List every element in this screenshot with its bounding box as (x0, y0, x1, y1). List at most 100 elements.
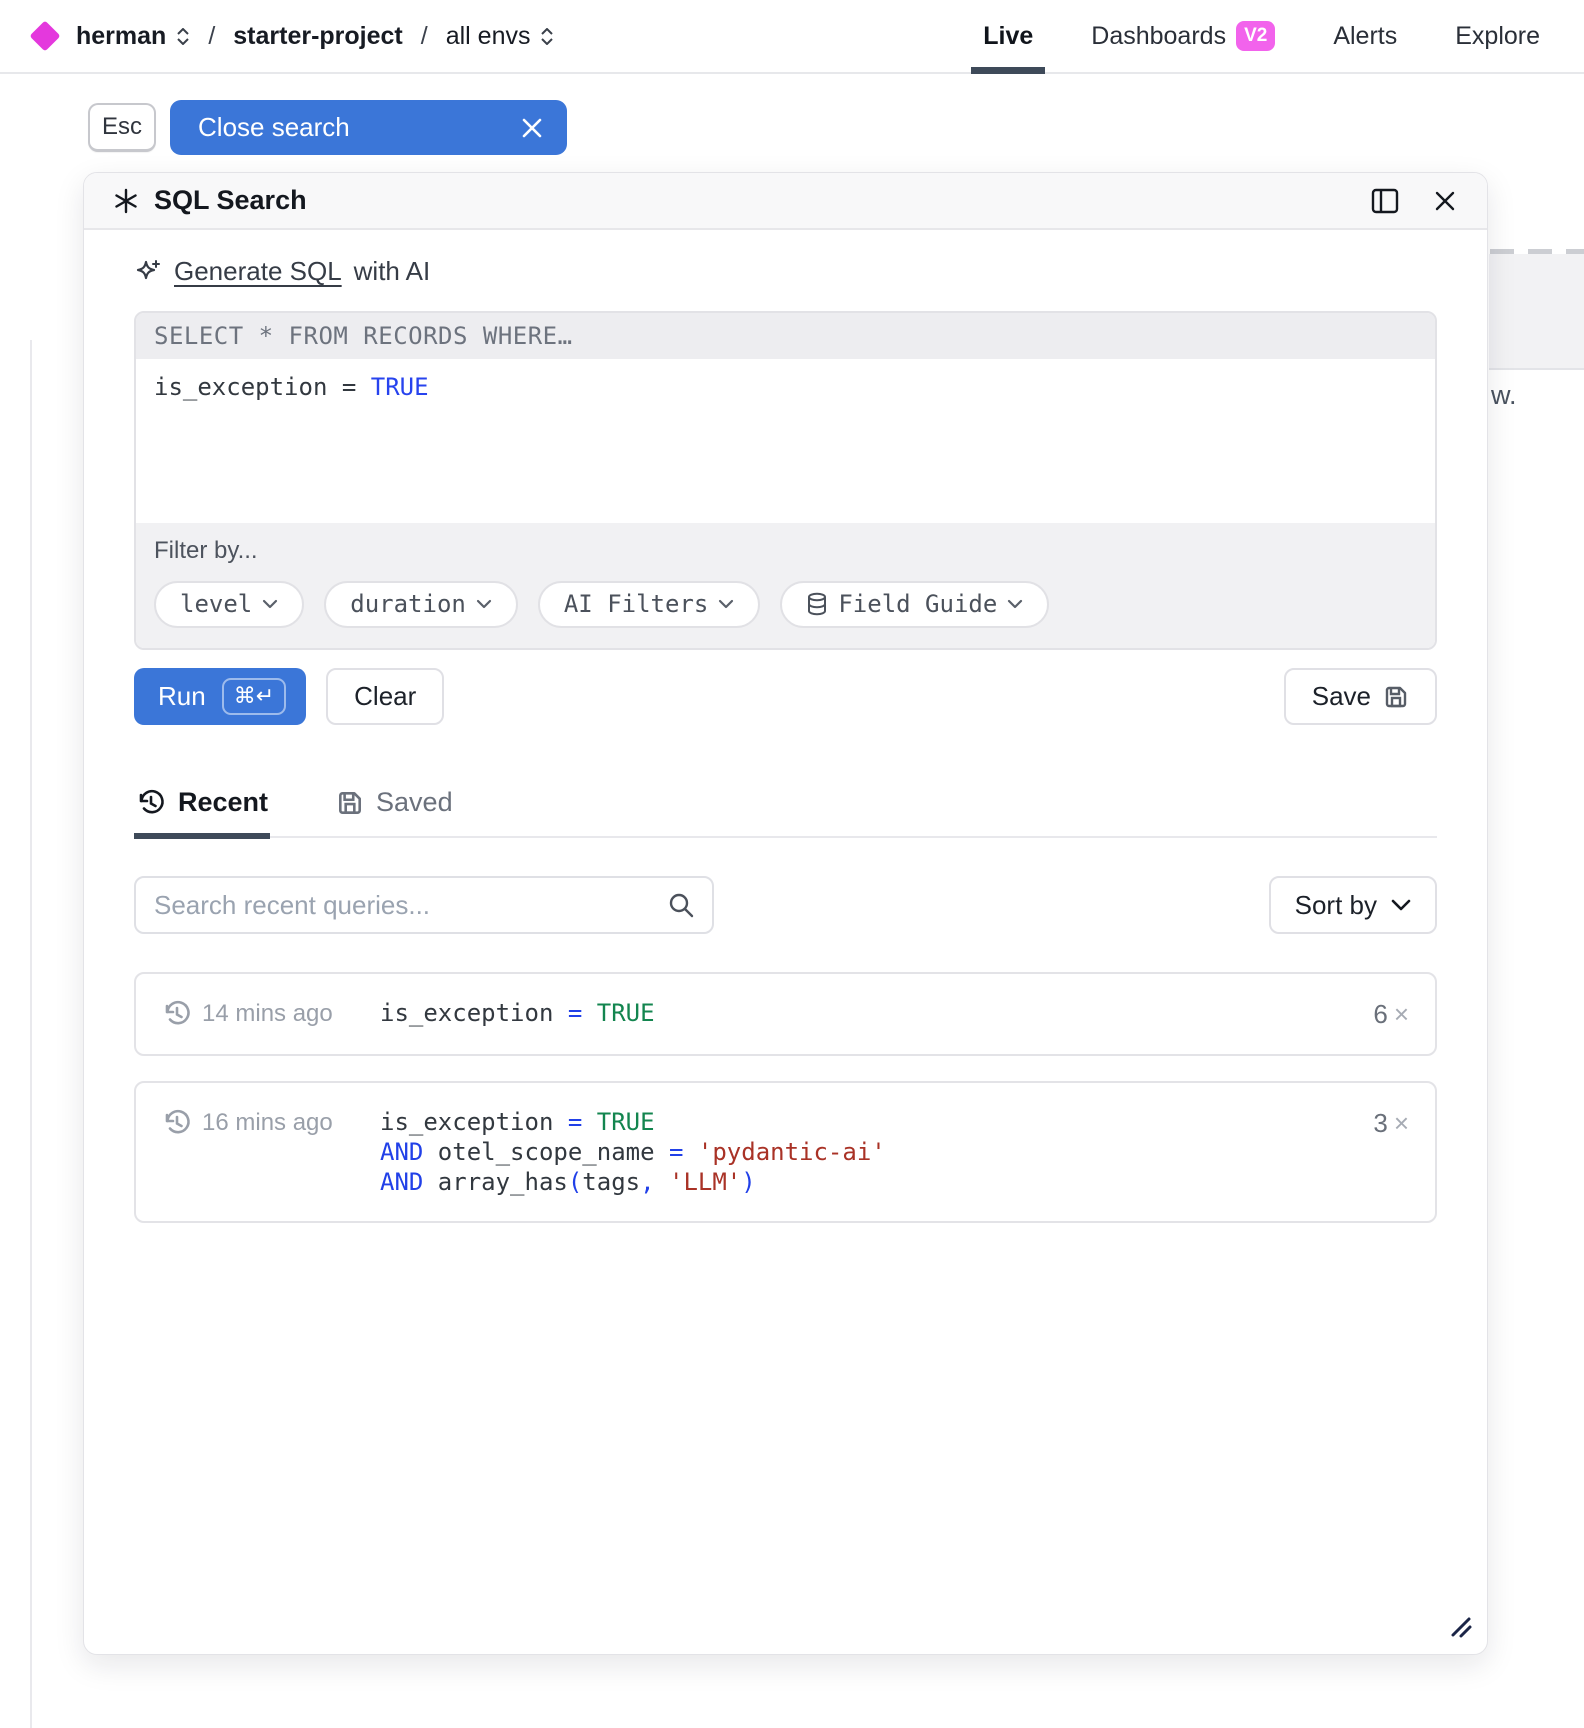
query-sql-line: is_exception = TRUE (380, 1107, 1373, 1137)
query-timestamp: 16 mins ago (202, 1109, 333, 1137)
search-icon (666, 890, 696, 925)
breadcrumb-separator: / (204, 22, 219, 51)
generate-sql-link[interactable]: Generate SQL (174, 256, 342, 287)
filter-chip-row: level duration AI Filters Field Guide (154, 581, 1417, 628)
nav-item-dashboards[interactable]: Dashboards V2 (1091, 0, 1275, 72)
filter-chip-duration[interactable]: duration (324, 581, 518, 628)
run-button[interactable]: Run ⌘↵ (134, 668, 306, 725)
recent-query-row[interactable]: 16 mins ago is_exception = TRUEAND otel_s… (134, 1081, 1437, 1223)
sql-editor-placeholder: SELECT * FROM RECORDS WHERE… (136, 313, 1435, 359)
filter-chip-ai-filters[interactable]: AI Filters (538, 581, 761, 628)
history-icon (162, 1108, 192, 1138)
logfire-logo-icon[interactable] (29, 20, 60, 51)
query-run-count-number: 6 (1373, 999, 1387, 1029)
esc-key-hint: Esc (88, 103, 156, 152)
filter-section: Filter by... leveldurationAI FiltersFiel… (136, 523, 1435, 648)
nav-item-label: Dashboards (1091, 22, 1226, 51)
sparkle-icon (134, 258, 162, 286)
org-selector[interactable]: herman (76, 22, 190, 51)
sql-token: = (669, 1138, 698, 1166)
sql-token: AND (380, 1168, 438, 1196)
query-run-count: 6× (1373, 998, 1409, 1030)
floppy-icon (1383, 684, 1409, 710)
sort-by-label: Sort by (1295, 890, 1377, 921)
nav-item-label: Live (983, 22, 1033, 51)
save-label: Save (1312, 681, 1371, 712)
close-x-icon (521, 117, 543, 139)
save-button[interactable]: Save (1284, 668, 1437, 725)
sql-token: = (342, 373, 371, 401)
sql-token: 'LLM' (669, 1168, 741, 1196)
tab-saved[interactable]: Saved (334, 787, 455, 836)
recent-search-row: Sort by (134, 876, 1437, 934)
clear-button[interactable]: Clear (326, 668, 444, 725)
floppy-icon (336, 789, 364, 817)
database-icon (806, 592, 828, 616)
nav-item-alerts[interactable]: Alerts (1333, 0, 1397, 72)
search-recent-queries-input[interactable] (134, 876, 714, 934)
nav-item-explore[interactable]: Explore (1455, 0, 1540, 72)
filter-chip-label: duration (350, 590, 466, 618)
env-selector[interactable]: all envs (446, 22, 555, 51)
clear-label: Clear (354, 681, 416, 712)
sql-editor-input[interactable]: is_exception = TRUE (136, 359, 1435, 523)
filter-chip-level[interactable]: level (154, 581, 304, 628)
query-run-count-number: 3 (1373, 1108, 1387, 1138)
generate-sql-with-ai[interactable]: Generate SQL with AI (134, 256, 1437, 287)
recent-saved-tabs: Recent Saved (134, 787, 1437, 838)
query-sql: is_exception = TRUE (380, 998, 1373, 1028)
nav-item-live[interactable]: Live (983, 0, 1033, 72)
sql-token: is_exception (380, 999, 568, 1027)
modal-close-button[interactable] (1429, 185, 1461, 217)
recent-query-list: 14 mins agois_exception = TRUE6×16 mins … (134, 972, 1437, 1223)
env-name: all envs (446, 22, 531, 51)
recent-query-row[interactable]: 14 mins ago is_exception = TRUE6× (134, 972, 1437, 1056)
tab-recent[interactable]: Recent (134, 787, 270, 836)
chevron-updown-icon (540, 28, 554, 45)
sql-token: = (568, 1108, 597, 1136)
chevron-updown-icon (176, 28, 190, 45)
chevron-down-icon (1007, 599, 1023, 609)
background-toolbar-strip (1489, 254, 1584, 370)
query-sql-line: is_exception = TRUE (380, 998, 1373, 1028)
top-bar: herman / starter-project / all envs Live… (0, 0, 1584, 74)
sql-token: TRUE (597, 1108, 655, 1136)
chevron-down-icon (718, 599, 734, 609)
sql-search-modal: SQL Search Generate SQL (83, 172, 1488, 1655)
breadcrumb-separator: / (417, 22, 432, 51)
background-card-border (30, 340, 32, 1728)
query-sql-line: AND array_has(tags, 'LLM') (380, 1167, 1373, 1197)
main-nav: Live Dashboards V2 Alerts Explore (983, 0, 1584, 72)
sql-token: is_exception (154, 373, 342, 401)
query-meta: 14 mins ago (162, 998, 380, 1029)
tab-label: Recent (178, 787, 268, 818)
sql-token: tags (582, 1168, 640, 1196)
background-truncated-text: w. (1491, 380, 1517, 411)
chevron-down-icon (476, 599, 492, 609)
sort-by-button[interactable]: Sort by (1269, 876, 1437, 934)
v2-badge: V2 (1236, 21, 1275, 51)
run-shortcut-hint: ⌘↵ (222, 678, 286, 715)
resize-handle[interactable] (1443, 1609, 1473, 1644)
generate-sql-suffix: with AI (354, 256, 431, 287)
query-sql-line: AND otel_scope_name = 'pydantic-ai' (380, 1137, 1373, 1167)
filter-chip-label: Field Guide (838, 590, 997, 618)
close-search-label: Close search (198, 112, 350, 143)
sql-token: AND (380, 1138, 438, 1166)
run-label: Run (158, 681, 206, 712)
org-name: herman (76, 22, 166, 51)
query-timestamp: 14 mins ago (202, 1000, 333, 1028)
close-search-button[interactable]: Close search (170, 100, 567, 155)
sql-token: , (640, 1168, 669, 1196)
chevron-down-icon (262, 599, 278, 609)
chevron-down-icon (1391, 899, 1411, 911)
dock-panel-button[interactable] (1367, 184, 1403, 218)
filter-chip-field-guide[interactable]: Field Guide (780, 581, 1049, 628)
project-selector[interactable]: starter-project (233, 22, 403, 51)
project-name: starter-project (233, 22, 403, 51)
modal-header[interactable]: SQL Search (84, 173, 1487, 230)
action-row: Run ⌘↵ Clear Save (134, 668, 1437, 725)
sql-token: array_has (438, 1168, 568, 1196)
query-sql: is_exception = TRUEAND otel_scope_name =… (380, 1107, 1373, 1197)
tab-label: Saved (376, 787, 453, 818)
